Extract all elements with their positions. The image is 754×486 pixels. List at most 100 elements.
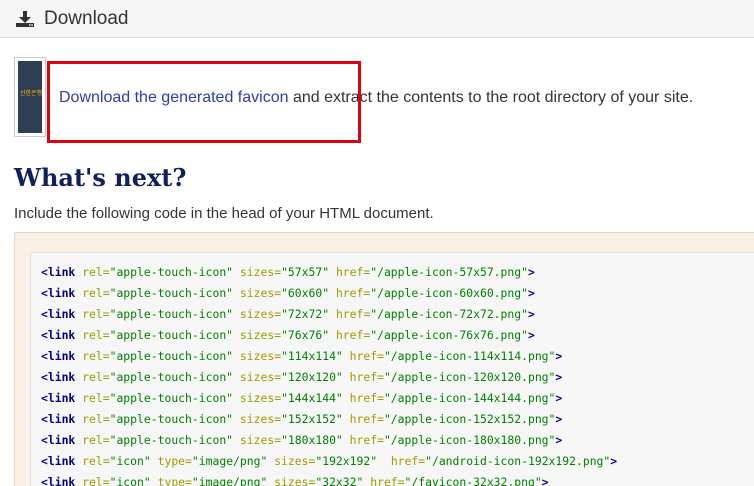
code-token: sizes= (239, 391, 282, 405)
code-line: <link rel="apple-touch-icon" sizes="57x5… (41, 262, 617, 283)
code-token: "/apple-icon-60x60.png" (370, 286, 528, 300)
code-token: sizes= (274, 475, 316, 486)
code-line: <link rel="icon" type="image/png" sizes=… (41, 472, 617, 486)
code-token: href= (335, 307, 371, 321)
code-token: "/apple-icon-152x152.png" (383, 412, 556, 426)
code-token: rel= (82, 286, 110, 300)
code-token: "apple-touch-icon" (109, 286, 234, 300)
download-icon (16, 11, 34, 27)
code-token: > (610, 454, 618, 468)
code-token: "apple-touch-icon" (109, 391, 234, 405)
code-token: sizes= (274, 454, 316, 468)
page: Download 신한은행 Download the generated fav… (0, 0, 754, 486)
code-token: > (527, 328, 535, 342)
code-line: <link rel="apple-touch-icon" sizes="152x… (41, 409, 617, 430)
code-lines: <link rel="apple-touch-icon" sizes="57x5… (41, 262, 617, 486)
code-line: <link rel="apple-touch-icon" sizes="76x7… (41, 325, 617, 346)
code-token: "/apple-icon-120x120.png" (383, 370, 556, 384)
code-token: <link (41, 433, 76, 447)
code-token: "114x114" (281, 349, 343, 363)
code-token: sizes= (239, 349, 282, 363)
code-token: href= (349, 412, 384, 426)
code-token: rel= (82, 412, 110, 426)
code-token: <link (41, 328, 76, 342)
code-token: "image/png" (191, 454, 268, 468)
code-token: "72x72" (281, 307, 330, 321)
code-token: "apple-touch-icon" (109, 265, 234, 279)
whats-next-heading: What's next? (14, 163, 187, 192)
code-line: <link rel="apple-touch-icon" sizes="114x… (41, 346, 617, 367)
panel-title: Download (44, 8, 129, 29)
code-token: "152x152" (281, 412, 343, 426)
code-token: "60x60" (281, 286, 330, 300)
code-token: "image/png" (191, 475, 268, 486)
code-token: rel= (82, 475, 110, 486)
code-line: <link rel="apple-touch-icon" sizes="180x… (41, 430, 617, 451)
code-token: rel= (82, 349, 110, 363)
code-token: rel= (82, 370, 110, 384)
code-token: href= (349, 349, 384, 363)
code-token: > (555, 433, 563, 447)
code-token: rel= (82, 328, 110, 342)
code-line: <link rel="apple-touch-icon" sizes="60x6… (41, 283, 617, 304)
code-token: > (527, 265, 535, 279)
code-token: sizes= (239, 433, 282, 447)
code-token: <link (41, 307, 76, 321)
code-token: sizes= (239, 328, 282, 342)
code-token: "32x32" (315, 475, 364, 486)
code-token: href= (349, 433, 384, 447)
code-token: "apple-touch-icon" (109, 370, 234, 384)
code-token: href= (370, 475, 405, 486)
highlight-box (47, 61, 361, 143)
code-token: sizes= (239, 307, 282, 321)
code-token: href= (349, 370, 384, 384)
code-token: sizes= (239, 412, 282, 426)
code-token: href= (335, 265, 371, 279)
favicon-thumbnail: 신한은행 (14, 57, 46, 137)
code-token: sizes= (239, 286, 282, 300)
include-instruction: Include the following code in the head o… (14, 205, 434, 222)
code-token: sizes= (239, 265, 282, 279)
code-token: "/apple-icon-72x72.png" (370, 307, 528, 321)
code-token: rel= (82, 391, 110, 405)
code-token: "apple-touch-icon" (109, 328, 234, 342)
code-token: > (541, 475, 549, 486)
code-token: <link (41, 265, 76, 279)
code-token: type= (157, 475, 192, 486)
code-token: "icon" (109, 475, 151, 486)
code-token: "/apple-icon-180x180.png" (383, 433, 556, 447)
code-token: "120x120" (281, 370, 343, 384)
code-token: href= (349, 391, 384, 405)
favicon-preview-image: 신한은행 (18, 61, 42, 133)
code-token: "/apple-icon-144x144.png" (383, 391, 556, 405)
code-line: <link rel="apple-touch-icon" sizes="120x… (41, 367, 617, 388)
code-token: sizes= (239, 370, 282, 384)
code-token: <link (41, 349, 76, 363)
code-token: "/favicon-32x32.png" (404, 475, 542, 486)
code-token: rel= (82, 265, 110, 279)
code-token: "apple-touch-icon" (109, 412, 234, 426)
code-token: "apple-touch-icon" (109, 307, 234, 321)
code-token: "/android-icon-192x192.png" (425, 454, 611, 468)
thumbnail-text: 신한은행 (20, 90, 42, 97)
code-token: <link (41, 475, 76, 486)
code-token: <link (41, 370, 76, 384)
